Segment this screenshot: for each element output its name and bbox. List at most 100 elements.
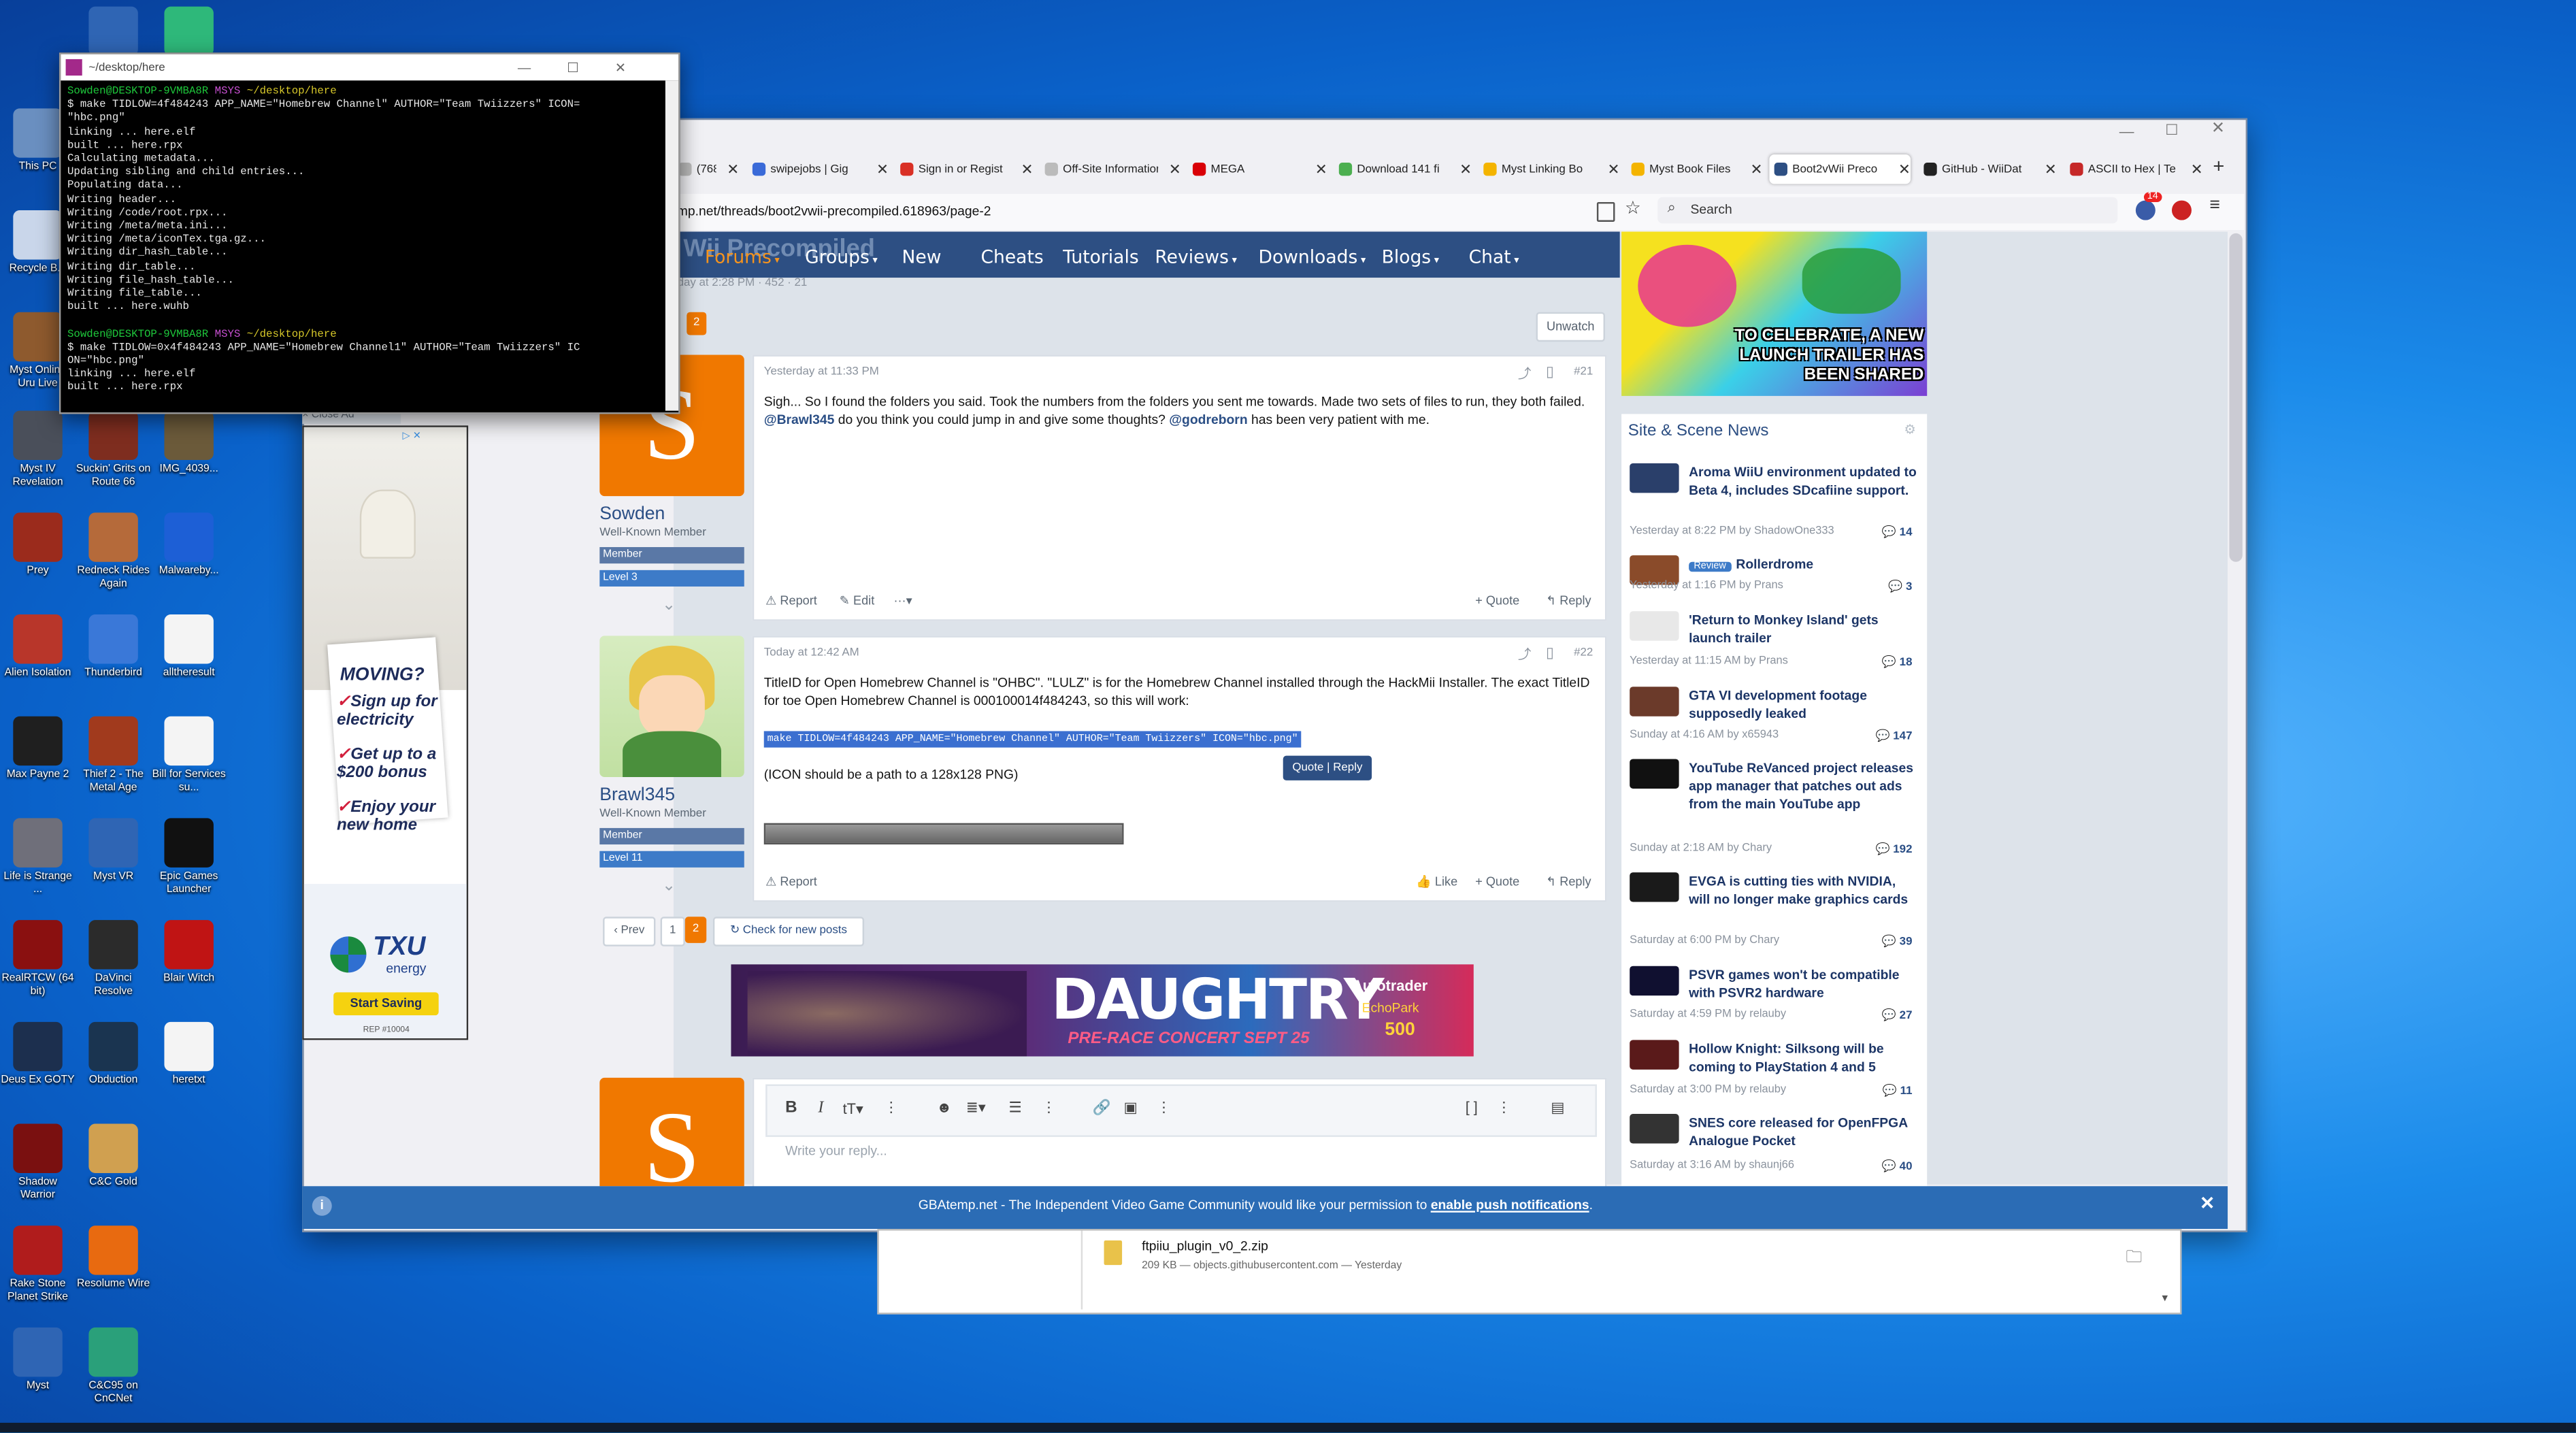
- close-tab-icon[interactable]: ✕: [876, 160, 889, 178]
- menu-icon[interactable]: ≡: [2210, 195, 2221, 215]
- myst-icon[interactable]: [76, 6, 151, 59]
- post1-edit[interactable]: ✎ Edit: [840, 593, 874, 608]
- url-bar[interactable]: mp.net/threads/boot2vwii-precompiled.618…: [677, 203, 991, 218]
- nav-groups[interactable]: Groups ▾: [805, 246, 878, 267]
- tab-7[interactable]: Myst Book Files ✕: [1626, 154, 1763, 184]
- news-item[interactable]: GTA VI development footage supposedly le…: [1630, 687, 1919, 742]
- comment-count[interactable]: 💬 14: [1882, 526, 1913, 539]
- emoji-icon[interactable]: ☻: [936, 1099, 952, 1115]
- news-title[interactable]: YouTube ReVanced project releases app ma…: [1689, 759, 1919, 813]
- post1-reply[interactable]: ↰ Reply: [1546, 593, 1591, 608]
- comment-count[interactable]: 💬 40: [1882, 1160, 1913, 1173]
- more-icon-2[interactable]: ⋮: [1042, 1099, 1057, 1117]
- news-title[interactable]: GTA VI development footage supposedly le…: [1689, 687, 1919, 723]
- news-thumbnail[interactable]: [1630, 872, 1679, 902]
- epic-games-icon[interactable]: Epic Games Launcher: [151, 818, 227, 897]
- bill-services-icon[interactable]: Bill for Services su...: [151, 716, 227, 795]
- post1-quote[interactable]: + Quote: [1475, 593, 1519, 608]
- page-1-button[interactable]: 1: [660, 917, 685, 946]
- davinci-resolve-icon[interactable]: DaVinci Resolve: [76, 920, 151, 999]
- close-tab-icon[interactable]: ✕: [1607, 160, 1619, 178]
- bold-icon[interactable]: B: [785, 1099, 797, 1117]
- news-thumbnail[interactable]: [1630, 463, 1679, 493]
- terminal-scrollbar[interactable]: [665, 80, 679, 411]
- avatar-self[interactable]: S: [599, 1077, 744, 1187]
- bookmark-icon-2[interactable]: ▯: [1546, 644, 1554, 662]
- thief-icon[interactable]: Thief 2 - The Metal Age: [76, 716, 151, 795]
- comment-count[interactable]: 💬 18: [1882, 655, 1913, 669]
- app-icon[interactable]: [151, 6, 227, 59]
- tab-5[interactable]: Download 141 fi ✕: [1334, 154, 1472, 184]
- new-tab-button[interactable]: +: [2213, 154, 2224, 178]
- myst-iv-icon[interactable]: Myst IV Revelation: [0, 410, 76, 490]
- comment-count[interactable]: 💬 27: [1882, 1009, 1913, 1022]
- post1-author[interactable]: Sowden: [599, 504, 665, 524]
- myst-icon-2[interactable]: Myst: [0, 1327, 76, 1394]
- tab-6[interactable]: Myst Linking Bo ✕: [1479, 154, 1620, 184]
- chevron-down-icon[interactable]: ⌄: [662, 596, 676, 614]
- more-icon[interactable]: ⋮: [884, 1099, 899, 1117]
- news-item[interactable]: 'Return to Monkey Island' gets launch tr…: [1630, 611, 1919, 669]
- news-title[interactable]: SNES core released for OpenFPGA Analogue…: [1689, 1114, 1919, 1150]
- obduction-icon[interactable]: Obduction: [76, 1021, 151, 1088]
- source-icon[interactable]: [ ]: [1466, 1099, 1478, 1115]
- reader-view-icon[interactable]: [1596, 201, 1615, 222]
- minimize-button[interactable]: —: [2119, 123, 2134, 139]
- nav-reviews[interactable]: Reviews ▾: [1155, 246, 1236, 267]
- news-item[interactable]: YouTube ReVanced project releases app ma…: [1630, 759, 1919, 856]
- nav-cheats[interactable]: Cheats: [980, 246, 1043, 267]
- post1-time[interactable]: Yesterday at 11:33 PM: [764, 366, 879, 378]
- close-tab-icon[interactable]: ✕: [1898, 160, 1911, 178]
- news-item[interactable]: Aroma WiiU environment updated to Beta 4…: [1630, 463, 1919, 539]
- comment-count[interactable]: 💬 39: [1882, 935, 1913, 948]
- nav-downloads[interactable]: Downloads ▾: [1259, 246, 1366, 267]
- download-filename[interactable]: ftpiiu_plugin_v0_2.zip: [1142, 1239, 1268, 1254]
- post1-more[interactable]: ···▾: [893, 593, 912, 608]
- comment-count[interactable]: 💬 192: [1876, 843, 1913, 856]
- terminal-output[interactable]: Sowden@DESKTOP-9VMBA8R MSYS ~/desktop/he…: [61, 80, 678, 400]
- news-title[interactable]: 'Return to Monkey Island' gets launch tr…: [1689, 611, 1919, 647]
- side-ad[interactable]: ▷ ✕ MOVING? ✓Sign up for electricity ✓Ge…: [302, 425, 469, 1040]
- news-thumbnail[interactable]: [1630, 966, 1679, 996]
- promo-image[interactable]: TO CELEBRATE, A NEW LAUNCH TRAILER HAS B…: [1621, 231, 1928, 396]
- suckin-grits-icon[interactable]: Suckin' Grits on Route 66: [76, 410, 151, 490]
- resolume-icon[interactable]: Resolume Wire: [76, 1225, 151, 1291]
- page-scrollbar-thumb[interactable]: [2229, 233, 2243, 562]
- news-thumbnail[interactable]: [1630, 687, 1679, 716]
- malwarebytes-icon[interactable]: Malwareby...: [151, 512, 227, 578]
- post2-quote[interactable]: + Quote: [1475, 874, 1519, 889]
- close-tab-icon[interactable]: ✕: [1021, 160, 1033, 178]
- chevron-down-icon-2[interactable]: ⌄: [662, 877, 676, 895]
- quote-reply-tooltip[interactable]: Quote | Reply: [1283, 755, 1372, 780]
- realrtcw-icon[interactable]: RealRTCW (64 bit): [0, 920, 76, 999]
- thunderbird-icon[interactable]: Thunderbird: [76, 614, 151, 680]
- post2-like[interactable]: 👍 Like: [1416, 874, 1457, 889]
- alltheresult-icon[interactable]: alltheresult: [151, 614, 227, 680]
- news-thumbnail[interactable]: [1630, 611, 1679, 641]
- folder-icon[interactable]: 🗀: [2126, 1245, 2142, 1273]
- news-title[interactable]: Review Rollerdrome: [1689, 555, 1919, 576]
- nav-chat[interactable]: Chat ▾: [1469, 246, 1519, 267]
- news-item[interactable]: Hollow Knight: Silksong will be coming t…: [1630, 1040, 1919, 1098]
- extension-icon[interactable]: [2135, 200, 2156, 220]
- nav-new[interactable]: New: [902, 246, 942, 267]
- bookmark-icon[interactable]: ▯: [1546, 363, 1554, 382]
- post2-reply[interactable]: ↰ Reply: [1546, 874, 1591, 889]
- blair-witch-icon[interactable]: Blair Witch: [151, 920, 227, 986]
- news-title[interactable]: Hollow Knight: Silksong will be coming t…: [1689, 1040, 1919, 1076]
- news-title[interactable]: Aroma WiiU environment updated to Beta 4…: [1689, 463, 1919, 499]
- scroll-down-icon[interactable]: ▾: [2162, 1291, 2167, 1304]
- close-tab-icon[interactable]: ✕: [2191, 160, 2203, 178]
- daughtry-ad[interactable]: DAUGHTRY PRE-RACE CONCERT SEPT 25 Autotr…: [731, 964, 1474, 1057]
- search-box[interactable]: ⌕ Search: [1657, 197, 2118, 224]
- drafts-icon[interactable]: ▤: [1551, 1099, 1565, 1117]
- close-tab-icon[interactable]: ✕: [1459, 160, 1472, 178]
- more-icon-4[interactable]: ⋮: [1497, 1099, 1512, 1117]
- news-item[interactable]: PSVR games won't be compatible with PSVR…: [1630, 966, 1919, 1022]
- rakestone-icon[interactable]: Rake Stone Planet Strike: [0, 1225, 76, 1304]
- news-item[interactable]: SNES core released for OpenFPGA Analogue…: [1630, 1114, 1919, 1173]
- post2-report[interactable]: ⚠ Report: [765, 874, 817, 889]
- avatar-brawl345[interactable]: [599, 636, 744, 778]
- comment-count[interactable]: 💬 147: [1876, 729, 1913, 742]
- news-title[interactable]: EVGA is cutting ties with NVIDIA, will n…: [1689, 872, 1919, 908]
